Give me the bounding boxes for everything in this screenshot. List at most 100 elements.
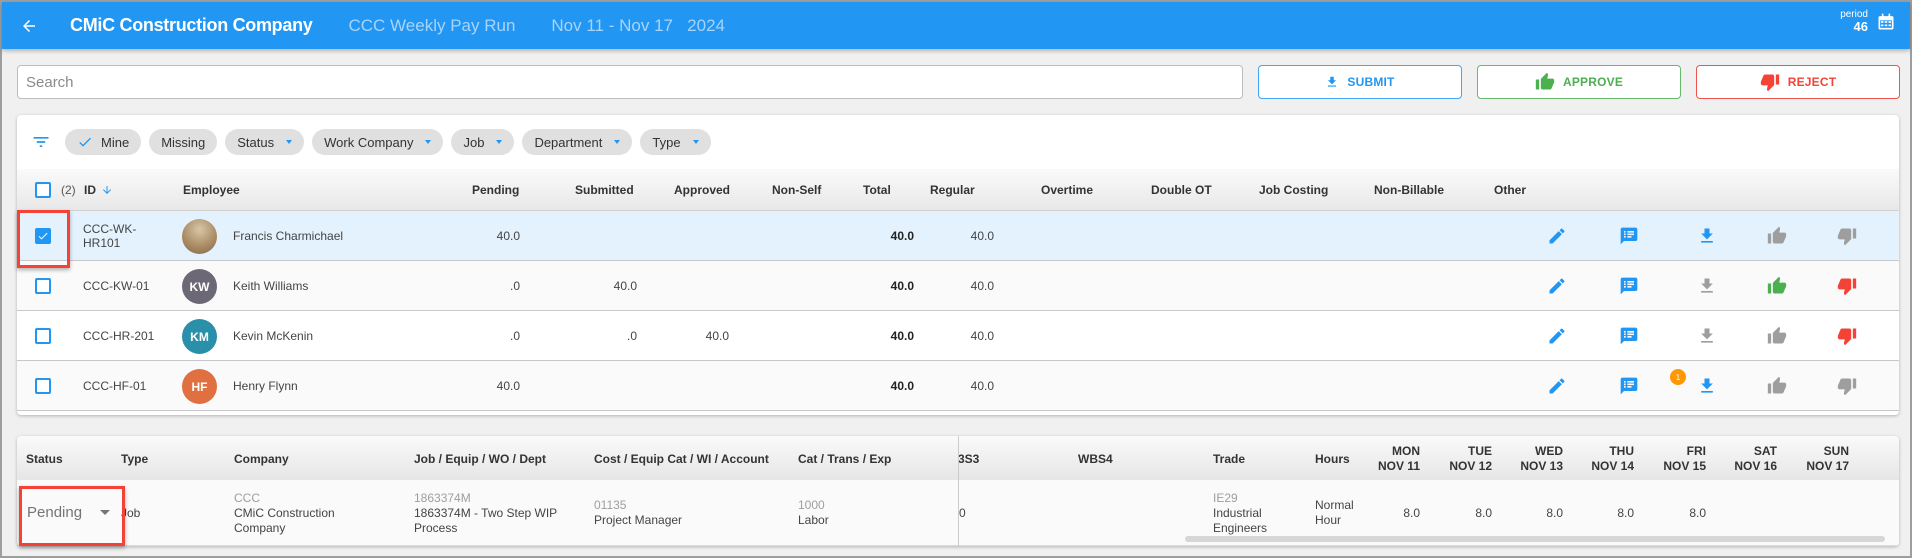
approve-button[interactable]: [1767, 226, 1787, 246]
col-day-sun: SUN NOV 17: [1806, 444, 1849, 473]
col-status: Status: [26, 452, 63, 466]
filter-icon[interactable]: [31, 132, 51, 152]
row-checkbox[interactable]: [35, 328, 51, 344]
chip-work-company[interactable]: Work Company: [312, 129, 444, 155]
download-button[interactable]: [1697, 376, 1717, 396]
employee-id: CCC-WK- HR101: [83, 222, 137, 250]
edit-icon: [1549, 328, 1565, 344]
chip-job[interactable]: Job: [451, 129, 515, 155]
day-hours-tue[interactable]: 8.0: [1475, 506, 1492, 521]
approve-button[interactable]: [1767, 276, 1787, 296]
company-name-line1: CMiC Construction: [234, 506, 335, 520]
select-all-checkbox[interactable]: [35, 182, 51, 198]
regular-value: 40.0: [970, 229, 994, 243]
chip-type[interactable]: Type: [640, 129, 711, 155]
comment-button[interactable]: [1619, 326, 1639, 346]
edit-button[interactable]: [1547, 226, 1567, 246]
row-checkbox[interactable]: [35, 378, 51, 394]
reject-label: REJECT: [1787, 75, 1837, 89]
edit-button[interactable]: [1547, 326, 1567, 346]
employee-row[interactable]: CCC-HF-01 HF Henry Flynn 40.0 40.0 40.0 …: [17, 361, 1899, 411]
regular-value: 40.0: [970, 379, 994, 393]
day-hours-thu[interactable]: 8.0: [1617, 506, 1634, 521]
search-input[interactable]: [17, 65, 1243, 99]
chip-work-company-label: Work Company: [324, 134, 414, 150]
col-non-self: Non-Self: [772, 183, 822, 197]
approve-button[interactable]: [1767, 376, 1787, 396]
col-company: Company: [234, 452, 289, 466]
day-hours-wed[interactable]: 8.0: [1546, 506, 1563, 521]
download-button[interactable]: [1697, 326, 1717, 346]
calendar-icon[interactable]: [1876, 12, 1896, 32]
back-button[interactable]: [18, 15, 40, 37]
col-total: Total: [863, 183, 891, 197]
avatar: HF: [182, 369, 217, 404]
col-regular: Regular: [930, 183, 975, 197]
detail-table-card: Status Type Company Job / Equip / WO / D…: [17, 436, 1899, 546]
submit-button[interactable]: SUBMIT: [1258, 65, 1462, 99]
edit-button[interactable]: [1547, 376, 1567, 396]
row-checkbox[interactable]: [35, 278, 51, 294]
comment-button[interactable]: [1619, 226, 1639, 246]
download-button[interactable]: [1697, 226, 1717, 246]
search-action-row: SUBMIT APPROVE REJECT: [17, 65, 1900, 99]
approve-icon: [1767, 276, 1787, 294]
avatar: KW: [182, 269, 217, 304]
status-dropdown[interactable]: Pending: [27, 504, 111, 521]
col-other: Other: [1494, 183, 1527, 197]
reject-button[interactable]: [1837, 326, 1857, 346]
employee-row[interactable]: CCC-WK- HR101 Francis Charmichael 40.0 40…: [17, 211, 1899, 261]
edit-button[interactable]: [1547, 276, 1567, 296]
col-id[interactable]: ID: [84, 183, 113, 197]
chip-mine[interactable]: Mine: [65, 129, 142, 155]
comment-button[interactable]: [1619, 276, 1639, 296]
date-range: Nov 11 - Nov 17 2024: [551, 16, 725, 36]
check-icon: [79, 137, 91, 147]
chip-missing[interactable]: Missing: [149, 129, 218, 155]
row-checkbox[interactable]: [35, 228, 51, 244]
cat-name: Labor: [798, 513, 829, 527]
hours-cell: Normal Hour: [1315, 498, 1354, 528]
approve-button[interactable]: [1767, 326, 1787, 346]
job-code: 1863374M: [414, 491, 471, 505]
reject-icon: [1837, 378, 1857, 396]
chip-type-label: Type: [652, 134, 681, 150]
caret-down-icon: [496, 140, 503, 144]
day-hours-mon[interactable]: 8.0: [1403, 506, 1420, 521]
col-wbs4: WBS4: [1078, 452, 1113, 466]
chip-department[interactable]: Department: [522, 129, 633, 155]
employee-table-header: (2) ID Employee Pending Submitted Approv…: [17, 169, 1899, 211]
reject-button[interactable]: [1837, 276, 1857, 296]
employee-id: CCC-HR-201: [83, 329, 155, 343]
reject-button[interactable]: REJECT: [1696, 65, 1900, 99]
employee-row[interactable]: CCC-HR-201 KM Kevin McKenin .0 .0 40.0 4…: [17, 311, 1899, 361]
download-button[interactable]: [1697, 276, 1717, 296]
employee-row[interactable]: CCC-KW-01 KW Keith Williams .0 40.0 40.0…: [17, 261, 1899, 311]
caret-down-icon: [425, 140, 432, 144]
col-day-wed: WED NOV 13: [1520, 444, 1563, 473]
submitted-value: 40.0: [613, 279, 637, 293]
download-icon: [1701, 228, 1713, 243]
status-value: Pending: [27, 504, 83, 521]
employee-table-card: Mine Missing Status Work Company Job Dep…: [17, 115, 1899, 415]
chip-status[interactable]: Status: [225, 129, 305, 155]
comment-button[interactable]: [1619, 376, 1639, 396]
edit-icon: [1549, 228, 1565, 244]
col-cost: Cost / Equip Cat / WI / Account: [594, 452, 769, 466]
period-selector[interactable]: period 46: [1840, 10, 1896, 33]
reject-button[interactable]: [1837, 376, 1857, 396]
total-value: 40.0: [890, 379, 914, 393]
col-day-tue: TUE NOV 12: [1449, 444, 1492, 473]
cat-code: 1000: [798, 498, 825, 512]
horizontal-scrollbar[interactable]: [1185, 536, 1885, 542]
period-number: 46: [1853, 19, 1868, 34]
avatar: [182, 219, 217, 254]
reject-button[interactable]: [1837, 226, 1857, 246]
regular-value: 40.0: [970, 279, 994, 293]
employee-name: Henry Flynn: [233, 379, 298, 393]
approve-button[interactable]: APPROVE: [1477, 65, 1681, 99]
col-double-ot: Double OT: [1151, 183, 1212, 197]
day-hours-fri[interactable]: 8.0: [1689, 506, 1706, 521]
col-pending: Pending: [472, 183, 520, 197]
trade-code: IE29: [1213, 491, 1238, 505]
